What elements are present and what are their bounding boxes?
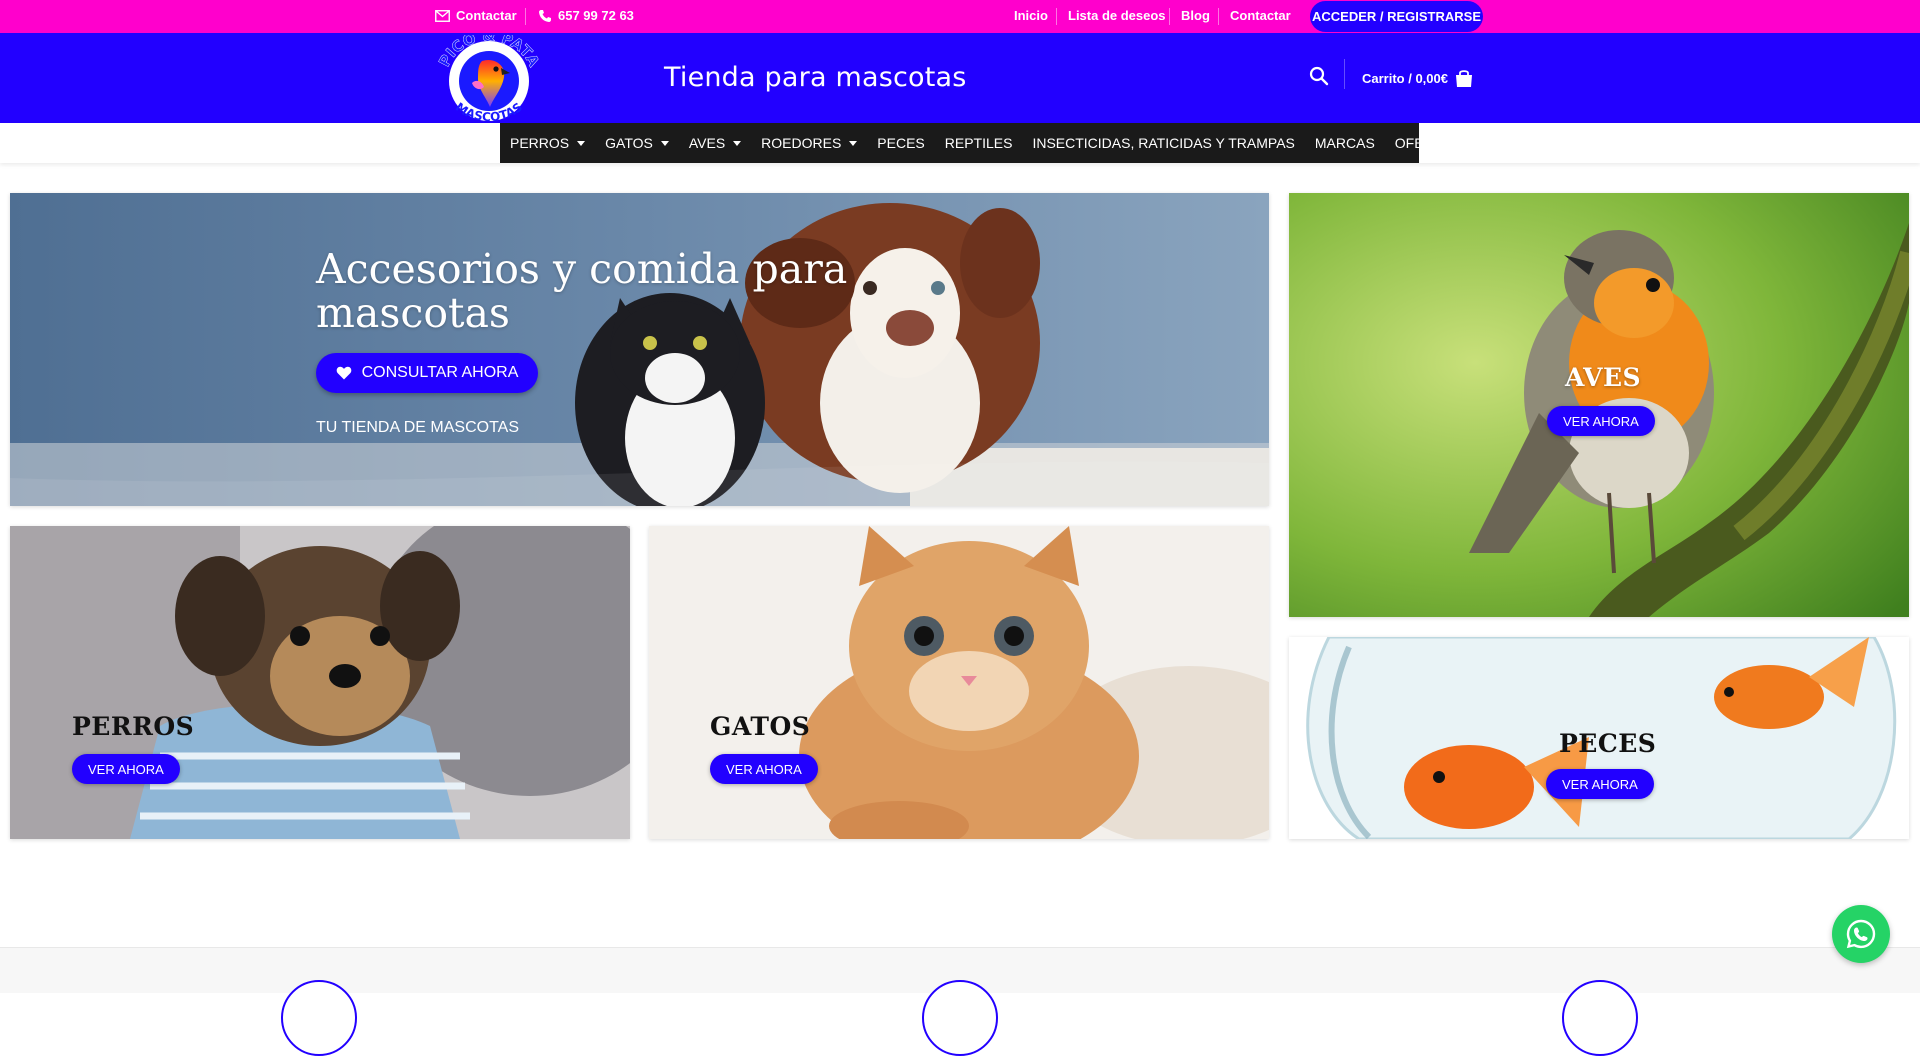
nav-item-perros[interactable]: PERROS [510,135,586,151]
category-banner-aves[interactable]: AVES VER AHORA [1289,193,1909,617]
category-banner-peces[interactable]: PECES VER AHORA [1289,637,1909,839]
topbar-link-contactar[interactable]: Contactar [1230,8,1291,23]
topbar-link-blog[interactable]: Blog [1181,8,1210,23]
nav-item-label: INSECTICIDAS, RATICIDAS Y TRAMPAS [1032,135,1295,151]
phone-icon [539,9,551,22]
category-title-aves: AVES [1565,363,1642,392]
main-menu: PERROS GATOS AVES ROEDORES PECES REPTILE… [500,123,1460,163]
caret-down-icon [733,140,742,146]
feature-icon-circle [1562,980,1638,1056]
cart-bag-icon [1456,70,1472,87]
nav-item-label: OFERTAS [1394,135,1460,151]
nav-item-label: GATOS [605,135,653,151]
category-banner-perros[interactable]: PERROS VER AHORA [10,526,630,839]
nav-item-insecticidas[interactable]: INSECTICIDAS, RATICIDAS Y TRAMPAS [1032,135,1294,151]
topbar-phone-number: 657 99 72 63 [558,8,634,23]
hero-title: Accesorios y comida para mascotas [316,245,848,337]
caret-down-icon [660,140,669,146]
consultar-ahora-button[interactable]: CONSULTAR AHORA [316,353,538,393]
nav-item-marcas[interactable]: MARCAS [1315,135,1375,151]
whatsapp-icon [1846,919,1876,949]
kitten-image [649,526,1269,839]
bird-image [1289,193,1909,617]
nav-item-label: ROEDORES [761,135,842,151]
ver-ahora-perros-button[interactable]: VER AHORA [72,754,180,784]
topbar-link-wishlist[interactable]: Lista de deseos [1068,8,1166,23]
ver-ahora-aves-button[interactable]: VER AHORA [1547,406,1655,436]
mail-icon [435,9,450,22]
nav-item-gatos[interactable]: GATOS [605,135,669,151]
cart-link[interactable]: Carrito / 0,00€ [1362,68,1474,88]
site-tagline: Tienda para mascotas [664,62,967,93]
topbar-divider [1056,8,1057,25]
feature-icon-circle [281,980,357,1056]
topbar-phone-link[interactable]: 657 99 72 63 [538,8,634,23]
category-title-perros: PERROS [72,712,195,741]
site-logo[interactable]: PICO & PATA MASCOTAS [434,27,544,124]
search-icon[interactable] [1309,66,1329,86]
topbar-divider [525,8,526,25]
ver-ahora-peces-button[interactable]: VER AHORA [1546,769,1654,799]
category-banner-gatos[interactable]: GATOS VER AHORA [649,526,1269,839]
nav-item-aves[interactable]: AVES [688,135,742,151]
nav-item-label: PERROS [510,135,570,151]
hero-banner: Accesorios y comida para mascotas CONSUL… [10,193,1269,506]
hero-subtitle: TU TIENDA DE MASCOTAS [316,419,519,436]
cart-total: Carrito / 0,00€ [1362,70,1448,86]
consultar-ahora-label: CONSULTAR AHORA [361,364,519,381]
caret-down-icon [577,140,586,146]
nav-item-reptiles[interactable]: REPTILES [945,135,1013,151]
main-navigation: PERROS GATOS AVES ROEDORES PECES REPTILE… [0,123,1920,163]
category-title-peces: PECES [1559,729,1657,758]
topbar-divider [1218,8,1219,25]
nav-item-label: REPTILES [944,135,1013,151]
whatsapp-button[interactable] [1832,905,1890,963]
topbar-divider [1169,8,1170,25]
site-header: PICO & PATA MASCOTAS Tienda para mascota… [0,27,1920,124]
hero-cat-dog-image [10,193,1269,506]
nav-item-ofertas[interactable]: OFERTAS [1395,135,1460,151]
heart-icon [336,366,351,380]
caret-down-icon [849,140,858,146]
login-register-button[interactable]: ACCEDER / REGISTRARSE [1310,1,1483,32]
topbar-link-inicio[interactable]: Inicio [1014,8,1048,23]
nav-item-roedores[interactable]: ROEDORES [761,135,858,151]
header-divider [1344,59,1345,89]
topbar-contact-label: Contactar [456,8,517,23]
nav-item-peces[interactable]: PECES [877,135,924,151]
feature-icon-circle [922,980,998,1056]
dog-image [10,526,630,839]
nav-item-label: MARCAS [1314,135,1375,151]
topbar-contact-link[interactable]: Contactar [435,8,517,23]
category-title-gatos: GATOS [710,712,811,741]
top-bar: Contactar 657 99 72 63 Inicio Lista de d… [0,0,1920,33]
nav-item-label: PECES [877,135,925,151]
ver-ahora-gatos-button[interactable]: VER AHORA [710,754,818,784]
nav-item-label: AVES [688,135,726,151]
